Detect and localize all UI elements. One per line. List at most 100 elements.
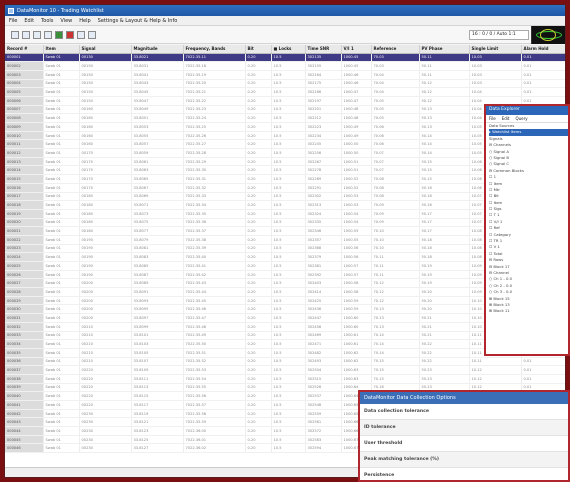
option-row[interactable]: User threshold <box>360 436 568 452</box>
table-cell: 0.20 <box>245 331 272 341</box>
table-row[interactable]: 000010 Swab 01 00160 33.8055 7022.35.26 0.20 1… <box>5 131 565 141</box>
table-row[interactable]: 000008 Swab 01 00160 33.8051 7022.35.24 0.20 1… <box>5 113 565 123</box>
table-row[interactable]: 000033 Swab 01 00210 33.8101 7022.35.49 0.20 1… <box>5 331 565 341</box>
menu-view[interactable]: View <box>60 18 72 24</box>
table-cell: 302425 <box>305 296 342 306</box>
explorer-menu-edit[interactable]: Edit <box>502 116 510 121</box>
table-row[interactable]: 000019 Swab 01 00180 33.8073 7022.35.35 0.20 1… <box>5 209 565 219</box>
column-header[interactable]: Item <box>43 45 80 54</box>
table-row[interactable]: 000001 Swab 01 00130 33.8021 7022.35.11 0.20 1… <box>5 53 565 63</box>
table-row[interactable]: 000023 Swab 01 00190 33.8081 7022.35.39 0.20 1… <box>5 244 565 254</box>
table-cell: 7022.35.26 <box>183 131 246 141</box>
table-cell: 0.20 <box>245 131 272 141</box>
table-cell: 50.20 <box>419 304 470 315</box>
table-cell: 70.13 <box>371 322 420 332</box>
table-cell: 00200 <box>79 304 132 315</box>
column-header[interactable]: Bit <box>245 45 272 54</box>
option-row[interactable]: Peak matching tolerance (%) <box>360 452 568 468</box>
table-cell: 000018 <box>5 200 44 210</box>
refresh-icon[interactable] <box>77 30 85 39</box>
explorer-menu-query[interactable]: Query <box>515 116 527 121</box>
column-header[interactable]: Frequency, Bands <box>183 45 246 54</box>
column-header[interactable]: Single Limit <box>469 45 522 54</box>
menu-tools[interactable]: Tools <box>41 18 53 24</box>
table-row[interactable]: 000016 Swab 01 00170 33.8067 7022.35.32 0.20 1… <box>5 183 565 193</box>
table-row[interactable]: 000025 Swab 01 00190 33.8085 7022.35.41 0.20 1… <box>5 261 565 271</box>
table-row[interactable]: 000037 Swab 01 00220 33.8109 7022.35.53 0.20 1… <box>5 365 565 375</box>
table-row[interactable]: 000029 Swab 01 00200 33.8093 7022.35.45 0.20 1… <box>5 296 565 306</box>
table-row[interactable]: 000007 Swab 01 00160 33.8049 7022.35.23 0.20 1… <box>5 105 565 115</box>
table-row[interactable]: 000032 Swab 01 00210 33.8099 7022.35.48 0.20 1… <box>5 322 565 332</box>
table-row[interactable]: 000021 Swab 01 00180 33.8077 7022.35.37 0.20 1… <box>5 226 565 236</box>
table-row[interactable]: 000003 Swab 01 00150 33.8041 7022.35.19 0.20 1… <box>5 70 565 80</box>
table-cell: 00170 <box>79 157 132 167</box>
print-icon[interactable] <box>44 30 52 39</box>
column-header[interactable]: Reference <box>371 45 420 54</box>
table-cell: 00160 <box>79 131 132 141</box>
table-cell: Swab 01 <box>43 278 80 289</box>
table-row[interactable]: 000034 Swab 01 00210 33.8103 7022.35.50 0.20 1… <box>5 339 565 349</box>
table-row[interactable]: 000018 Swab 01 00180 33.8071 7022.35.34 0.20 1… <box>5 200 565 210</box>
table-row[interactable]: 000013 Swab 01 00170 33.8061 7022.35.29 0.20 1… <box>5 157 565 167</box>
table-row[interactable]: 000031 Swab 01 00200 33.8097 7022.35.47 0.20 1… <box>5 313 565 323</box>
column-header[interactable]: Record # <box>5 45 44 54</box>
table-row[interactable]: 000024 Swab 01 00190 33.8083 7022.35.40 0.20 1… <box>5 252 565 262</box>
option-row[interactable]: ID tolerance <box>360 420 568 436</box>
table-cell: 10.5 <box>271 391 306 401</box>
table-cell: 1000.57 <box>341 261 372 271</box>
settings-icon[interactable] <box>88 30 96 39</box>
new-icon[interactable] <box>11 30 19 39</box>
table-row[interactable]: 000004 Swab 01 00150 33.8043 7022.35.20 0.20 1… <box>5 79 565 89</box>
table-cell: 0.01 <box>521 365 565 375</box>
column-header[interactable]: Signal <box>79 45 132 54</box>
column-header[interactable]: Alarm Hold <box>521 45 565 54</box>
table-row[interactable]: 000005 Swab 01 00150 33.8045 7022.35.21 0.20 1… <box>5 87 565 97</box>
open-icon[interactable] <box>22 30 30 39</box>
table-row[interactable]: 000006 Swab 01 00150 33.8047 7022.35.22 0.20 1… <box>5 96 565 106</box>
table-row[interactable]: 000026 Swab 01 00190 33.8087 7022.35.42 0.20 1… <box>5 270 565 280</box>
column-header[interactable]: Time SNR <box>305 45 342 54</box>
table-row[interactable]: 000017 Swab 01 00180 33.8069 7022.35.33 0.20 1… <box>5 192 565 202</box>
table-cell: 10.03 <box>469 79 522 89</box>
table-row[interactable]: 000012 Swab 01 00170 33.8059 7022.35.28 0.20 1… <box>5 148 565 158</box>
explorer-menu-file[interactable]: File <box>489 116 496 121</box>
zoom-field[interactable]: 16 : 0 / 0 / Auto 1:1 <box>469 30 529 40</box>
stop-icon[interactable] <box>66 30 74 39</box>
table-row[interactable]: 000028 Swab 01 00200 33.8091 7022.35.44 0.20 1… <box>5 287 565 297</box>
table-row[interactable]: 000022 Swab 01 00190 33.8079 7022.35.38 0.20 1… <box>5 235 565 245</box>
table-cell: 0.01 <box>521 79 565 89</box>
table-row[interactable]: 000038 Swab 01 00220 33.8111 7022.35.54 0.20 1… <box>5 374 565 384</box>
table-row[interactable]: 000035 Swab 01 00210 33.8105 7022.35.51 0.20 1… <box>5 348 565 358</box>
menu-edit[interactable]: Edit <box>24 18 34 24</box>
table-row[interactable]: 000030 Swab 01 00200 33.8095 7022.35.46 0.20 1… <box>5 304 565 315</box>
table-cell: 50.19 <box>419 278 470 289</box>
table-cell: Swab 01 <box>43 374 80 384</box>
table-cell: 70.06 <box>371 139 420 150</box>
table-cell: Swab 01 <box>43 235 80 245</box>
table-cell: 10.5 <box>271 357 306 367</box>
table-row[interactable]: 000015 Swab 01 00170 33.8065 7022.35.31 0.20 1… <box>5 174 565 184</box>
menu-help[interactable]: Help <box>79 18 90 24</box>
table-cell: 10.5 <box>271 435 306 445</box>
option-row[interactable]: Persistence <box>360 468 568 480</box>
table-row[interactable]: 000020 Swab 01 00180 33.8075 7022.35.36 0.20 1… <box>5 218 565 228</box>
table-cell: 10.5 <box>271 313 306 323</box>
menu-settings[interactable]: Settings & Layout & Help & Info <box>98 18 178 24</box>
menu-file[interactable]: File <box>9 18 17 24</box>
column-header[interactable]: V/I 1 <box>341 45 372 54</box>
table-row[interactable]: 000009 Swab 01 00160 33.8053 7022.35.25 0.20 1… <box>5 122 565 132</box>
column-header[interactable]: PV Phase <box>419 45 470 54</box>
table-row[interactable]: 000027 Swab 01 00200 33.8089 7022.35.43 0.20 1… <box>5 278 565 289</box>
table-row[interactable]: 000002 Swab 01 00150 33.8031 7022.35.18 0.20 1… <box>5 61 565 71</box>
column-header[interactable]: ■ Locks <box>271 45 306 54</box>
option-row[interactable]: Data collection tolerance <box>360 404 568 420</box>
table-cell: 50.13 <box>419 113 470 123</box>
column-header[interactable]: Magnitude <box>131 45 184 54</box>
save-icon[interactable] <box>33 30 41 39</box>
table-row[interactable]: 000036 Swab 01 00210 33.8107 7022.35.52 0.20 1… <box>5 357 565 367</box>
table-cell: 00160 <box>79 113 132 123</box>
table-row[interactable]: 000011 Swab 01 00160 33.8057 7022.35.27 0.20 1… <box>5 139 565 150</box>
play-icon[interactable] <box>55 30 63 39</box>
table-row[interactable]: 000014 Swab 01 00170 33.8063 7022.35.30 0.20 1… <box>5 165 565 176</box>
tree-item[interactable]: ⊞ Block 11 <box>489 308 568 314</box>
